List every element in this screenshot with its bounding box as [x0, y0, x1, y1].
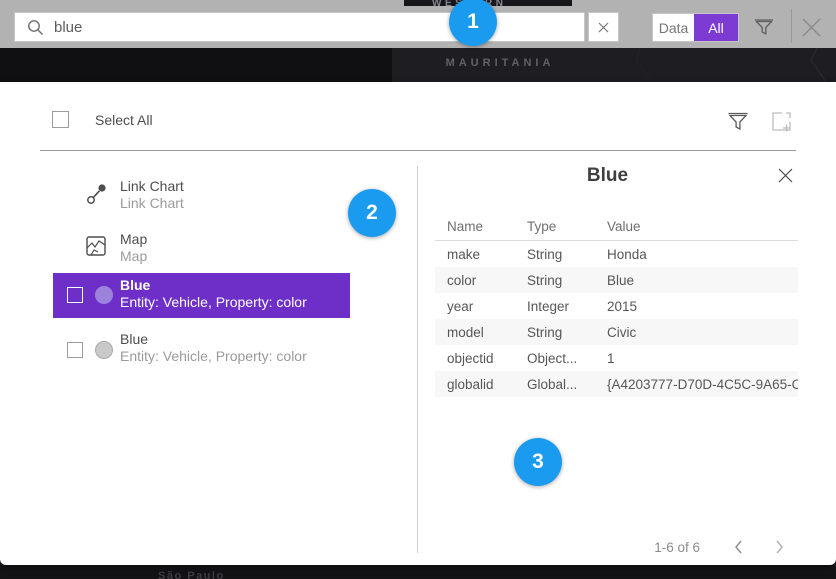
result-subtitle: Entity: Vehicle, Property: color — [120, 348, 307, 365]
toolbar-filter-button[interactable] — [753, 16, 775, 43]
result-item-blue[interactable]: Blue Entity: Vehicle, Property: color — [53, 328, 350, 370]
select-all-label: Select All — [95, 112, 153, 128]
result-subtitle: Entity: Vehicle, Property: color — [120, 294, 307, 311]
toggle-option-all[interactable]: All — [694, 14, 738, 41]
search-input[interactable] — [54, 19, 584, 36]
result-subtitle: Link Chart — [120, 195, 184, 212]
toolbar-close-button[interactable] — [799, 15, 824, 45]
search-toolbar: WESTERN Data All — [0, 0, 836, 48]
cell-name: globalid — [435, 377, 515, 392]
pagination: 1-6 of 6 — [560, 537, 800, 561]
cell-value: Blue — [595, 273, 798, 288]
cell-value: Honda — [595, 247, 798, 262]
detail-close-button[interactable] — [777, 167, 794, 189]
select-all-row: Select All — [52, 111, 153, 128]
cell-value: {A4203777-D70D-4C5C-9A65-C... — [595, 377, 798, 392]
cell-type: String — [515, 325, 595, 340]
entity-circle-icon — [95, 341, 113, 359]
add-to-selection-button[interactable] — [770, 110, 794, 139]
cell-type: String — [515, 273, 595, 288]
toolbar-divider — [791, 9, 792, 43]
filter-funnel-icon — [753, 16, 775, 38]
search-scope-toggle: Data All — [652, 13, 739, 42]
cell-name: color — [435, 273, 515, 288]
add-selection-icon — [770, 110, 794, 134]
clear-icon — [598, 22, 609, 33]
detail-title: Blue — [435, 165, 780, 187]
close-icon — [799, 15, 824, 40]
pagination-next-button[interactable] — [772, 537, 786, 562]
pagination-label: 1-6 of 6 — [654, 540, 700, 555]
result-title: Link Chart — [120, 178, 184, 195]
callout-1: 1 — [449, 0, 497, 46]
result-item-map[interactable]: Map Map — [53, 228, 350, 270]
result-title: Blue — [120, 277, 307, 294]
filter-funnel-icon — [727, 109, 749, 133]
toggle-option-data[interactable]: Data — [653, 14, 694, 41]
map-label-sao-paulo: São Paulo — [158, 570, 225, 579]
list-detail-divider — [417, 166, 418, 553]
property-table-header: Name Type Value — [435, 213, 798, 241]
map-label-mauritania: MAURITANIA — [380, 57, 620, 69]
cell-name: objectid — [435, 351, 515, 366]
result-title: Blue — [120, 331, 307, 348]
table-row: make String Honda — [435, 241, 798, 267]
callout-3: 3 — [514, 438, 562, 486]
result-title: Map — [120, 231, 147, 248]
table-row: objectid Object... 1 — [435, 345, 798, 371]
select-all-checkbox[interactable] — [52, 111, 69, 128]
chevron-right-icon — [772, 537, 786, 557]
result-checkbox[interactable] — [67, 342, 83, 358]
result-checkbox[interactable] — [67, 287, 83, 303]
cell-type: String — [515, 247, 595, 262]
map-icon — [85, 234, 107, 263]
result-item-link-chart[interactable]: Link Chart Link Chart — [53, 175, 350, 217]
table-row: model String Civic — [435, 319, 798, 345]
table-row: color String Blue — [435, 267, 798, 293]
chevron-left-icon — [732, 537, 746, 557]
map-background-bottom: São Paulo — [0, 565, 836, 579]
property-table: Name Type Value make String Honda color … — [435, 213, 798, 397]
close-icon — [777, 167, 794, 184]
results-panel: Select All — [0, 82, 836, 565]
col-header-type: Type — [515, 219, 595, 234]
link-chart-icon — [85, 181, 109, 212]
cell-name: make — [435, 247, 515, 262]
cell-type: Integer — [515, 299, 595, 314]
cell-type: Object... — [515, 351, 595, 366]
result-subtitle: Map — [120, 248, 147, 265]
table-row: year Integer 2015 — [435, 293, 798, 319]
pagination-prev-button[interactable] — [732, 537, 746, 562]
search-box — [14, 12, 585, 42]
panel-header-divider — [40, 150, 796, 151]
entity-circle-icon — [95, 286, 113, 304]
panel-filter-button[interactable] — [727, 109, 749, 138]
callout-2: 2 — [348, 189, 396, 237]
result-item-blue-selected[interactable]: Blue Entity: Vehicle, Property: color — [53, 273, 350, 318]
clear-search-button[interactable] — [588, 12, 619, 42]
col-header-value: Value — [595, 219, 798, 234]
search-results-screen: MAURITANIA São Paulo WESTERN Data — [0, 0, 836, 579]
cell-value: 1 — [595, 351, 798, 366]
cell-name: model — [435, 325, 515, 340]
col-header-name: Name — [435, 219, 515, 234]
cell-type: Global... — [515, 377, 595, 392]
search-icon — [27, 19, 44, 36]
cell-value: 2015 — [595, 299, 798, 314]
cell-value: Civic — [595, 325, 798, 340]
cell-name: year — [435, 299, 515, 314]
table-row: globalid Global... {A4203777-D70D-4C5C-9… — [435, 371, 798, 397]
